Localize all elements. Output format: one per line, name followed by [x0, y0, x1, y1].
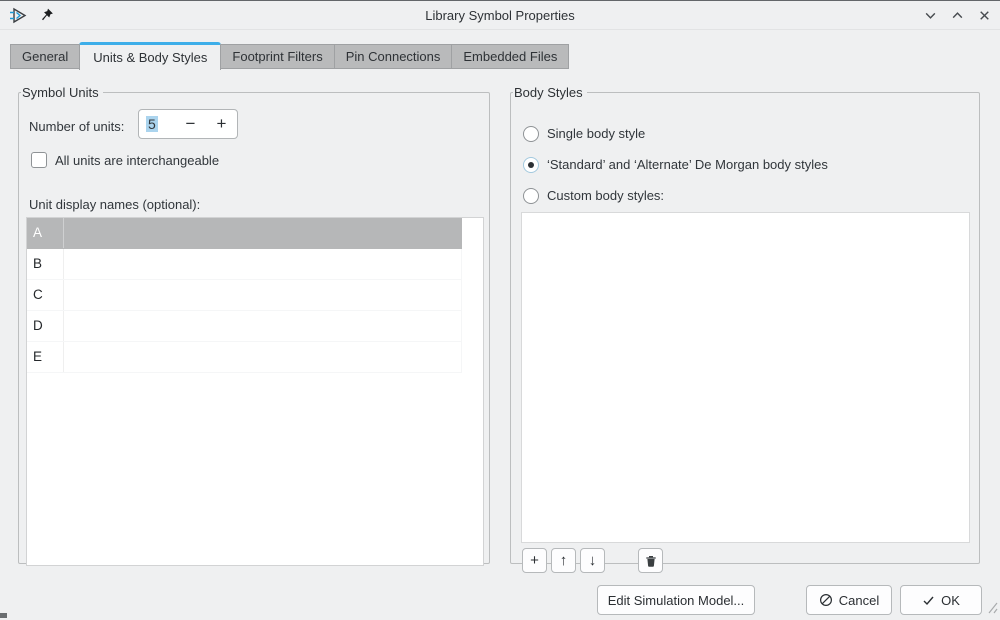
unit-name-cell[interactable]: C — [27, 280, 64, 310]
custom-body-styles-list[interactable] — [521, 212, 970, 543]
unit-row-b[interactable]: B — [27, 249, 462, 280]
ok-button[interactable]: OK — [900, 585, 982, 615]
interchangeable-checkbox[interactable] — [31, 152, 47, 168]
symbol-units-group: Symbol Units Number of units: 5 − + All … — [18, 85, 490, 564]
radio-label: ‘Standard’ and ‘Alternate’ De Morgan bod… — [547, 157, 828, 172]
radio-icon — [523, 188, 539, 204]
radio-label: Single body style — [547, 126, 645, 141]
edit-simulation-model-label: Edit Simulation Model... — [608, 593, 745, 608]
unit-name-cell[interactable]: D — [27, 311, 64, 341]
unit-display-name-cell[interactable] — [64, 280, 462, 310]
tab-units-body-styles[interactable]: Units & Body Styles — [79, 42, 221, 70]
resize-grip-bottom-left[interactable] — [0, 613, 7, 618]
unit-display-name-cell[interactable] — [64, 342, 462, 372]
number-of-units-spinner[interactable]: 5 − + — [138, 109, 238, 139]
radio-standard-alternate-de-morgan[interactable]: ‘Standard’ and ‘Alternate’ De Morgan bod… — [523, 156, 828, 173]
radio-custom-body-styles[interactable]: Custom body styles: — [523, 187, 664, 204]
unit-display-names-label: Unit display names (optional): — [29, 196, 200, 213]
unit-name-cell[interactable]: E — [27, 342, 64, 372]
tab-footprint-filters[interactable]: Footprint Filters — [220, 44, 334, 69]
plus-icon: + — [530, 552, 539, 569]
cancel-icon — [819, 593, 833, 607]
check-icon — [922, 594, 935, 607]
spinner-decrement-button[interactable]: − — [175, 114, 206, 134]
arrow-up-icon: ↑ — [560, 552, 568, 569]
close-icon[interactable] — [976, 7, 992, 23]
add-body-style-button[interactable]: + — [522, 548, 547, 573]
tab-pin-connections[interactable]: Pin Connections — [334, 44, 453, 69]
trash-icon — [644, 554, 658, 568]
unit-row-a[interactable]: A — [27, 218, 462, 249]
ok-label: OK — [941, 593, 960, 608]
radio-label: Custom body styles: — [547, 188, 664, 203]
window-controls — [922, 1, 992, 29]
edit-simulation-model-button[interactable]: Edit Simulation Model... — [597, 585, 755, 615]
resize-grip-bottom-right[interactable] — [986, 600, 998, 617]
body-styles-group: Body Styles Single body style ‘Standard’… — [510, 85, 980, 564]
titlebar: Library Symbol Properties — [0, 1, 1000, 30]
unit-name-cell[interactable]: A — [27, 218, 64, 248]
number-of-units-value[interactable]: 5 — [139, 116, 175, 132]
radio-icon — [523, 126, 539, 142]
tab-bar: General Units & Body Styles Footprint Fi… — [10, 41, 569, 69]
body-styles-group-label: Body Styles — [513, 85, 587, 100]
move-down-button[interactable]: ↓ — [580, 548, 605, 573]
symbol-units-group-label: Symbol Units — [21, 85, 103, 100]
arrow-down-icon: ↓ — [589, 552, 597, 569]
unit-display-name-cell[interactable] — [64, 249, 462, 279]
chevron-down-icon[interactable] — [922, 7, 938, 23]
chevron-up-icon[interactable] — [949, 7, 965, 23]
window-title: Library Symbol Properties — [0, 8, 1000, 23]
tab-general[interactable]: General — [10, 44, 80, 69]
interchangeable-row[interactable]: All units are interchangeable — [31, 152, 219, 168]
unit-row-e[interactable]: E — [27, 342, 462, 373]
delete-body-style-button[interactable] — [638, 548, 663, 573]
radio-icon-checked — [523, 157, 539, 173]
unit-row-c[interactable]: C — [27, 280, 462, 311]
cancel-label: Cancel — [839, 593, 879, 608]
unit-display-name-cell[interactable] — [64, 311, 462, 341]
unit-display-name-cell[interactable] — [64, 218, 462, 248]
spinner-increment-button[interactable]: + — [206, 114, 237, 134]
interchangeable-label[interactable]: All units are interchangeable — [55, 153, 219, 168]
move-up-button[interactable]: ↑ — [551, 548, 576, 573]
tab-embedded-files[interactable]: Embedded Files — [451, 44, 569, 69]
number-of-units-label: Number of units: — [29, 118, 124, 135]
unit-name-cell[interactable]: B — [27, 249, 64, 279]
unit-names-grid[interactable]: A B C D E — [26, 217, 484, 566]
unit-row-d[interactable]: D — [27, 311, 462, 342]
cancel-button[interactable]: Cancel — [806, 585, 892, 615]
radio-single-body-style[interactable]: Single body style — [523, 125, 645, 142]
